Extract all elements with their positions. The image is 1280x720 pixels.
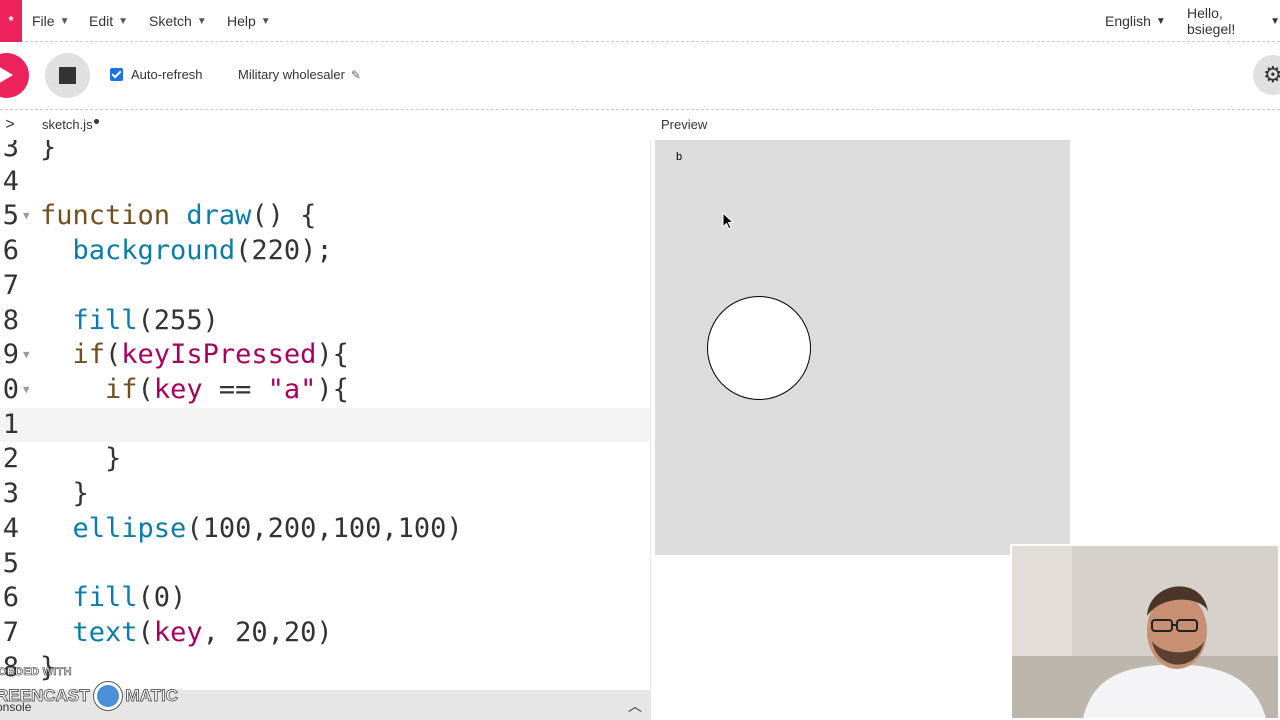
auto-refresh-checkbox[interactable]: [110, 68, 123, 81]
line-number: 4: [2, 166, 19, 197]
auto-refresh-label: Auto-refresh: [131, 67, 203, 82]
app-root: * File ▼ Edit ▼ Sketch ▼ Help ▼ English ▼ Hel…: [0, 0, 1280, 720]
line-number: 8: [2, 305, 19, 336]
code-text: function draw() {: [40, 200, 317, 231]
presenter-video: [1012, 546, 1278, 718]
canvas-key-text: b: [676, 151, 683, 163]
auto-refresh-toggle[interactable]: Auto-refresh: [110, 67, 203, 82]
code-text: fill(0): [72, 582, 187, 613]
menu-edit-label: Edit: [89, 13, 114, 29]
chevron-down-icon: ▼: [260, 15, 271, 27]
sidebar-toggle[interactable]: >: [0, 113, 20, 137]
line-number: 7: [2, 270, 19, 301]
code-text: if(keyIsPressed){: [72, 339, 349, 370]
fold-icon[interactable]: ▼: [23, 198, 30, 233]
line-number: 1: [2, 409, 19, 440]
play-button[interactable]: [0, 53, 29, 98]
pencil-icon[interactable]: ✎: [351, 68, 361, 82]
stop-button[interactable]: [45, 53, 90, 98]
code-line[interactable]: 7 text(key, 20,20): [0, 615, 650, 650]
mouse-cursor-icon: [722, 212, 734, 230]
line-number: 4: [2, 513, 19, 544]
p5-logo[interactable]: *: [0, 0, 22, 42]
user-menu[interactable]: Hello, bsiegel! ▼: [1187, 0, 1280, 42]
play-icon: [0, 66, 13, 84]
code-line[interactable]: 5 ▼ function draw() {: [0, 198, 650, 233]
code-line[interactable]: 6 background(220);: [0, 233, 650, 268]
fold-icon[interactable]: ▼: [23, 372, 30, 407]
menu-sketch[interactable]: Sketch ▼: [149, 0, 207, 42]
project-name-label: Military wholesaler: [238, 67, 345, 82]
chevron-up-icon[interactable]: ︿: [628, 696, 642, 716]
line-number: 2: [2, 443, 19, 474]
chevron-down-icon: ▼: [118, 15, 129, 27]
code-editor[interactable]: 3} 4 5 ▼ function draw() { 6 background(22…: [0, 140, 651, 690]
menu-edit[interactable]: Edit ▼: [89, 0, 128, 42]
unsaved-indicator: [93, 119, 99, 124]
fold-icon[interactable]: ▼: [23, 337, 30, 372]
line-number: 5: [2, 200, 19, 231]
project-name[interactable]: Military wholesaler ✎: [238, 67, 361, 82]
menu-file[interactable]: File ▼: [32, 0, 69, 42]
menu-help-label: Help: [227, 13, 256, 29]
line-number: 3: [2, 140, 19, 163]
code-text: ellipse(100,200,100,100): [72, 513, 463, 544]
watermark-caption: ORDED WITH: [0, 666, 72, 679]
line-number: 6: [2, 582, 19, 613]
user-greeting: Hello, bsiegel!: [1187, 5, 1236, 37]
line-number: 0: [2, 374, 19, 405]
code-text: if(key == "a"){: [105, 374, 349, 405]
chevron-down-icon: ▼: [1270, 15, 1280, 27]
code-line[interactable]: 5: [0, 546, 650, 581]
canvas-ellipse: [707, 296, 811, 400]
code-text: }: [40, 443, 122, 474]
file-tab[interactable]: sketch.js: [42, 117, 99, 132]
code-line[interactable]: 0 ▼ if(key == "a"){: [0, 372, 650, 407]
code-text: background(220);: [72, 235, 333, 266]
file-tab-label: sketch.js: [42, 117, 93, 132]
preview-label: Preview: [661, 117, 708, 132]
menu-sketch-label: Sketch: [149, 13, 192, 29]
gear-icon: ⚙: [1263, 62, 1280, 87]
code-line[interactable]: 3}: [0, 140, 650, 165]
menu-file-label: File: [32, 13, 55, 29]
code-line[interactable]: 4 ellipse(100,200,100,100): [0, 511, 650, 546]
webcam-overlay: [1010, 544, 1280, 720]
code-text: }: [40, 478, 89, 509]
watermark-right: MATIC: [125, 686, 179, 706]
code-line[interactable]: 8}: [0, 650, 650, 685]
language-menu[interactable]: English ▼: [1105, 0, 1166, 42]
code-line[interactable]: 6 fill(0): [0, 580, 650, 615]
code-line[interactable]: 3 }: [0, 476, 650, 511]
code-line[interactable]: 9 ▼ if(keyIsPressed){: [0, 337, 650, 372]
line-number: 7: [2, 617, 19, 648]
chevron-down-icon: ▼: [59, 15, 70, 27]
toolbar: Auto-refresh Military wholesaler ✎: [0, 43, 1280, 110]
stop-icon: [59, 67, 76, 84]
top-nav: * File ▼ Edit ▼ Sketch ▼ Help ▼ English ▼ Hel…: [0, 0, 1280, 42]
code-line[interactable]: 1: [0, 407, 650, 442]
chevron-down-icon: ▼: [196, 15, 207, 27]
watermark-left: REENCAST: [0, 686, 90, 706]
code-text: fill(255): [72, 305, 219, 336]
chevron-right-icon: >: [5, 116, 15, 133]
code-line[interactable]: 7: [0, 268, 650, 303]
watermark-logo-icon: [93, 682, 122, 710]
screencast-watermark: REENCAST MATIC: [0, 682, 178, 710]
code-text: }: [40, 140, 57, 163]
menu-help[interactable]: Help ▼: [227, 0, 271, 42]
language-label: English: [1105, 13, 1151, 29]
line-number: 3: [2, 478, 19, 509]
line-number: 5: [2, 548, 19, 579]
code-line[interactable]: 8 fill(255): [0, 303, 650, 338]
code-line[interactable]: 2 }: [0, 441, 650, 476]
chevron-down-icon: ▼: [1155, 15, 1166, 27]
preview-canvas[interactable]: b: [655, 140, 1070, 555]
line-number: 9: [2, 339, 19, 370]
line-number: 6: [2, 235, 19, 266]
code-line[interactable]: 4: [0, 164, 650, 199]
code-text: text(key, 20,20): [72, 617, 333, 648]
